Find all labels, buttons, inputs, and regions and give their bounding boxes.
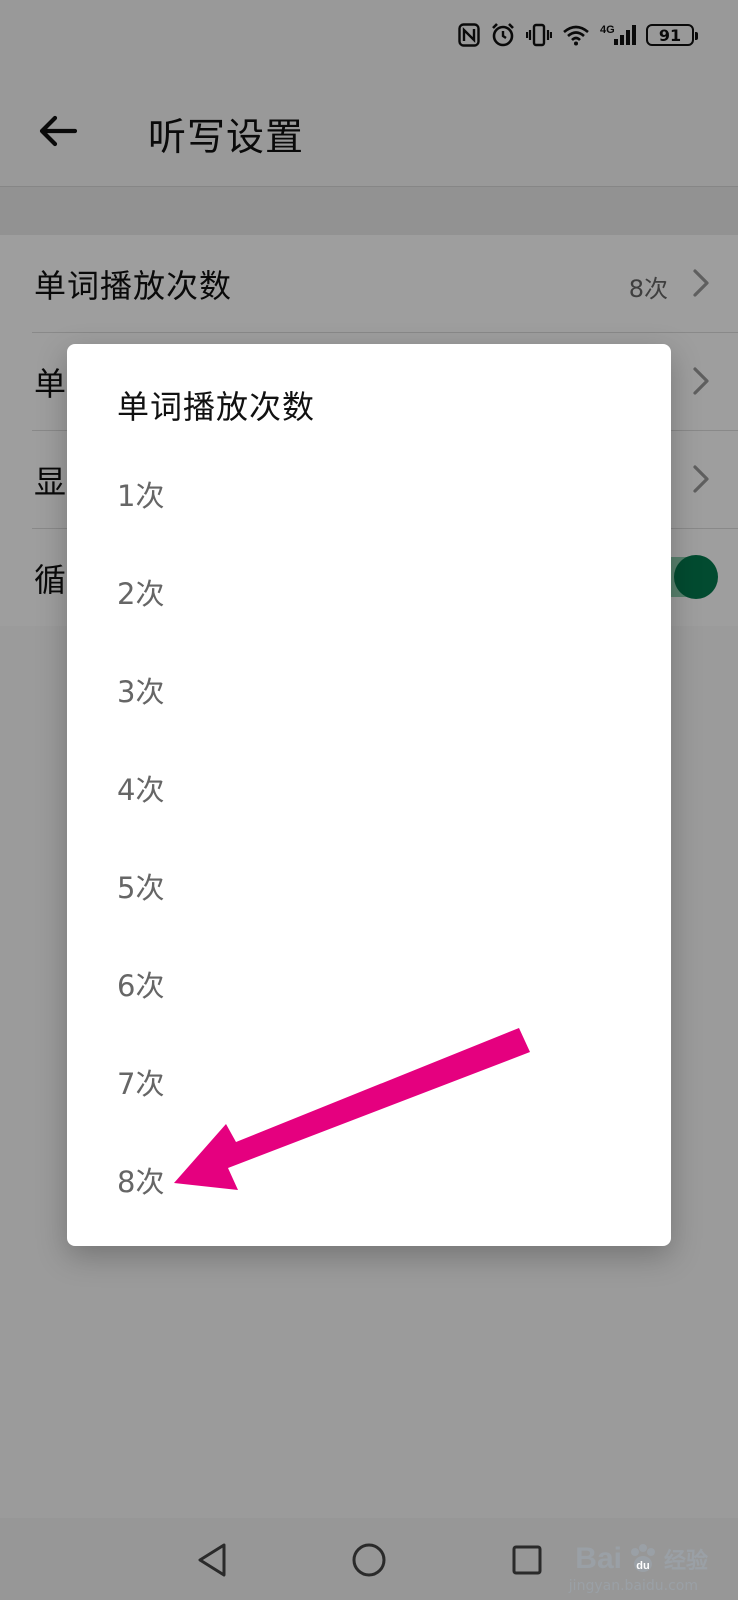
option-label: 2次 bbox=[117, 577, 165, 611]
option-label: 7次 bbox=[117, 1067, 165, 1101]
option-3[interactable]: 3次 bbox=[67, 642, 671, 740]
option-label: 5次 bbox=[117, 871, 165, 905]
option-8[interactable]: 8次 bbox=[67, 1132, 671, 1230]
play-count-dialog: 单词播放次数 1次 2次 3次 4次 5次 6次 7次 8次 bbox=[67, 344, 671, 1246]
option-label: 8次 bbox=[117, 1165, 165, 1199]
option-label: 4次 bbox=[117, 773, 165, 807]
option-2[interactable]: 2次 bbox=[67, 544, 671, 642]
option-label: 3次 bbox=[117, 675, 165, 709]
option-7[interactable]: 7次 bbox=[67, 1034, 671, 1132]
option-6[interactable]: 6次 bbox=[67, 936, 671, 1034]
watermark-cn: 经验 bbox=[663, 1549, 708, 1574]
option-label: 6次 bbox=[117, 969, 165, 1003]
watermark-brand: Bai bbox=[575, 1542, 622, 1575]
option-1[interactable]: 1次 bbox=[67, 446, 671, 544]
option-label: 1次 bbox=[117, 479, 165, 513]
watermark-url: jingyan.baidu.com bbox=[568, 1578, 698, 1594]
watermark-brand-suffix: du bbox=[636, 1560, 649, 1572]
dialog-title: 单词播放次数 bbox=[117, 388, 316, 426]
option-5[interactable]: 5次 bbox=[67, 838, 671, 936]
option-4[interactable]: 4次 bbox=[67, 740, 671, 838]
baidu-paw-icon: du bbox=[630, 1544, 655, 1572]
